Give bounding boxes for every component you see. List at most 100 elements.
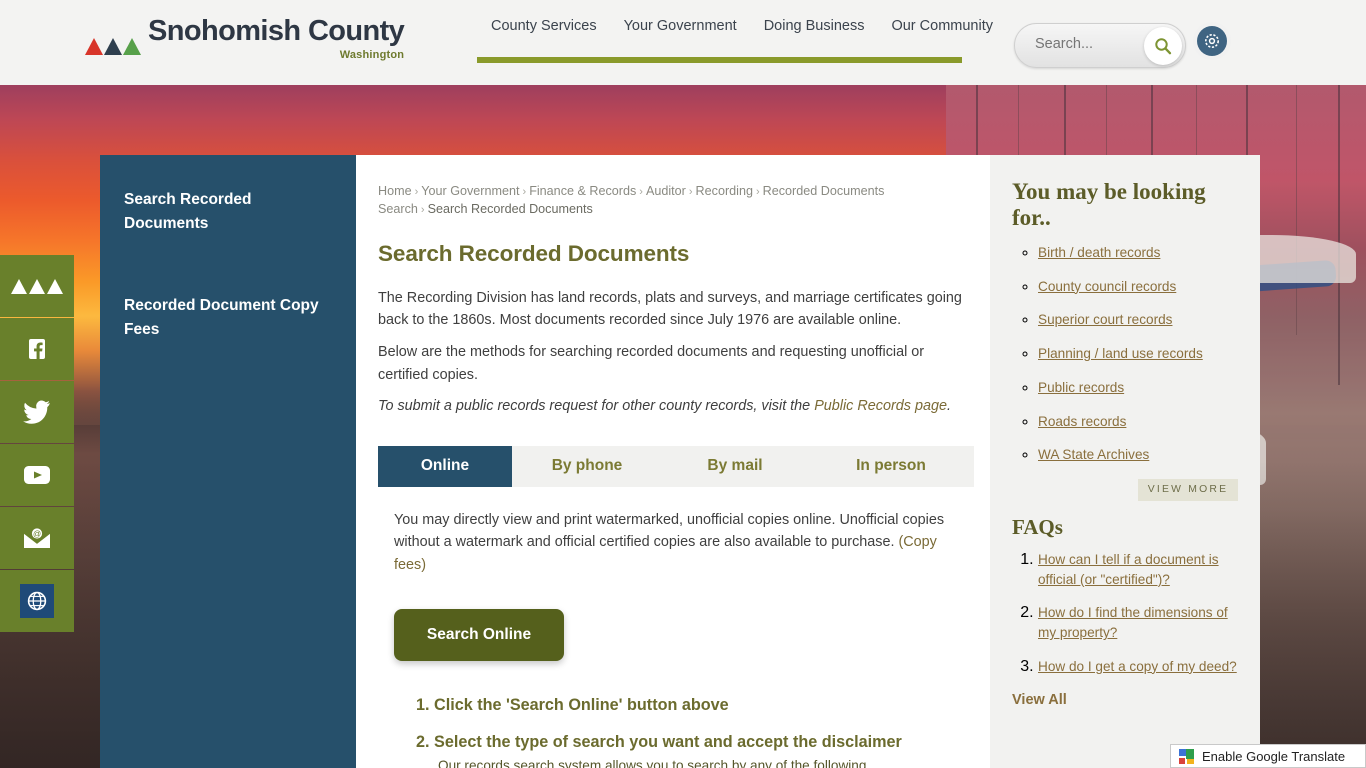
search-button[interactable] [1144, 27, 1182, 65]
facebook-icon [29, 339, 45, 359]
faqs-list: How can I tell if a document is official… [1012, 550, 1238, 677]
breadcrumb-separator: › [522, 186, 527, 198]
main-navigation: County Services Your Government Doing Bu… [477, 18, 993, 63]
social-county-logo-button[interactable] [0, 255, 74, 317]
list-item: Public records [1038, 378, 1238, 398]
svg-text:@: @ [33, 530, 41, 539]
step-number: 2. [416, 732, 430, 751]
view-more-button[interactable]: VIEW MORE [1138, 478, 1238, 501]
link-superior-court-records[interactable]: Superior court records [1038, 312, 1172, 327]
youtube-icon [24, 466, 50, 484]
list-item: Superior court records [1038, 310, 1238, 330]
breadcrumb-separator: › [414, 186, 419, 198]
search-box [1014, 23, 1186, 68]
breadcrumb-current: Search Recorded Documents [427, 201, 593, 216]
envelope-icon: @ [23, 527, 51, 548]
list-item: County council records [1038, 277, 1238, 297]
nav-item-our-community[interactable]: Our Community [891, 18, 993, 34]
breadcrumb-separator: › [688, 186, 693, 198]
tab-panel-description: You may directly view and print watermar… [394, 511, 945, 551]
page-root: Snohomish County Washington County Servi… [0, 0, 1366, 768]
google-translate-icon [1179, 748, 1194, 764]
tab-in-person[interactable]: In person [808, 446, 974, 487]
step-item-1: 1. Click the 'Search Online' button abov… [416, 695, 950, 716]
list-item: Planning / land use records [1038, 344, 1238, 364]
view-all-link[interactable]: View All [1012, 692, 1238, 708]
page-title: Search Recorded Documents [378, 240, 690, 266]
list-item: WA State Archives [1038, 445, 1238, 465]
breadcrumb-item-recording[interactable]: Recording [696, 184, 753, 198]
looking-for-list: Birth / death records County council rec… [1012, 243, 1238, 465]
social-twitter-button[interactable] [0, 381, 74, 443]
breadcrumb-separator: › [639, 186, 643, 198]
search-input[interactable] [1033, 35, 1143, 53]
tab-panel-online: You may directly view and print watermar… [378, 487, 964, 768]
link-roads-records[interactable]: Roads records [1038, 414, 1126, 429]
settings-button[interactable] [1197, 26, 1227, 56]
google-translate-label: Enable Google Translate [1202, 748, 1346, 764]
link-wa-state-archives[interactable]: WA State Archives [1038, 447, 1149, 462]
list-item: How can I tell if a document is official… [1038, 550, 1238, 589]
breadcrumb-item-home[interactable]: Home [378, 184, 412, 198]
list-item: How do I get a copy of my deed? [1038, 657, 1238, 677]
link-planning-land-use-records[interactable]: Planning / land use records [1038, 346, 1203, 361]
breadcrumb-item-finance-records[interactable]: Finance & Records [529, 184, 636, 198]
breadcrumb-item-your-government[interactable]: Your Government [421, 184, 519, 198]
looking-for-title: You may be looking for.. [1012, 179, 1206, 230]
logo-subtitle: Washington [339, 49, 405, 61]
faq-link-certified-document[interactable]: How can I tell if a document is official… [1038, 552, 1219, 587]
social-translate-button[interactable] [0, 570, 74, 632]
step-text: Select the type of search you want and a… [434, 732, 902, 751]
link-county-council-records[interactable]: County council records [1038, 279, 1176, 294]
intro-paragraph-1: The Recording Division has land records,… [378, 289, 962, 329]
public-records-note-text: To submit a public records request for o… [378, 398, 815, 415]
tab-by-mail[interactable]: By mail [662, 446, 808, 487]
breadcrumb-item-auditor[interactable]: Auditor [646, 184, 686, 198]
social-rail: @ [0, 255, 74, 633]
search-icon [1155, 38, 1172, 55]
public-records-note-end: . [946, 398, 951, 415]
site-logo[interactable]: Snohomish County Washington [85, 15, 405, 61]
site-header: Snohomish County Washington County Servi… [0, 0, 1366, 85]
twitter-icon [23, 400, 50, 424]
right-sidebar: You may be looking for.. Birth / death r… [990, 155, 1260, 768]
nav-item-doing-business[interactable]: Doing Business [764, 18, 865, 34]
public-records-page-link[interactable]: Public Records page [814, 398, 947, 414]
search-online-button[interactable]: Search Online [394, 608, 564, 661]
logo-title: Snohomish County [148, 15, 405, 47]
gear-icon [1205, 34, 1219, 48]
social-email-button[interactable]: @ [0, 507, 74, 569]
step-item-2: 2. Select the type of search you want an… [416, 732, 950, 768]
breadcrumb-separator: › [420, 203, 425, 216]
nav-item-county-services[interactable]: County Services [491, 18, 597, 34]
steps-list: 1. Click the 'Search Online' button abov… [416, 695, 950, 768]
faq-link-property-dimensions[interactable]: How do I find the dimensions of my prope… [1038, 605, 1228, 640]
faqs-title: FAQs [1012, 514, 1063, 539]
link-birth-death-records[interactable]: Birth / death records [1038, 245, 1160, 260]
step-number: 1. [416, 695, 430, 714]
main-content: Home › Your Government › Finance & Records › A… [356, 155, 990, 768]
tab-panel-text: You may directly view and print watermar… [394, 509, 950, 577]
step-text: Click the 'Search Online' button above [434, 695, 729, 714]
breadcrumb: Home › Your Government › Finance & Records › A… [378, 183, 964, 219]
link-public-records[interactable]: Public records [1038, 380, 1124, 395]
social-youtube-button[interactable] [0, 444, 74, 506]
mountain-peaks-icon [11, 278, 63, 294]
globe-icon [20, 584, 54, 618]
list-item: Birth / death records [1038, 243, 1238, 263]
tab-by-phone[interactable]: By phone [512, 446, 662, 487]
public-records-note: To submit a public records request for o… [378, 395, 964, 418]
list-item: Roads records [1038, 412, 1238, 432]
mountain-peaks-icon [85, 38, 141, 55]
step-substep: Our records search system allows you to … [438, 757, 867, 768]
sidebar-item-search-recorded-documents[interactable]: Search Recorded Documents [124, 188, 328, 236]
google-translate-bar[interactable]: Enable Google Translate [1170, 744, 1366, 768]
social-facebook-button[interactable] [0, 318, 74, 380]
sidebar-item-recorded-document-copy-fees[interactable]: Recorded Document Copy Fees [124, 294, 328, 342]
breadcrumb-separator: › [755, 186, 760, 198]
faq-link-copy-of-deed[interactable]: How do I get a copy of my deed? [1038, 659, 1237, 674]
left-sidebar: Search Recorded Documents Recorded Docum… [100, 155, 356, 768]
tab-online[interactable]: Online [378, 445, 512, 487]
intro-paragraph-2: Below are the methods for searching reco… [378, 343, 925, 383]
nav-item-your-government[interactable]: Your Government [624, 18, 737, 34]
